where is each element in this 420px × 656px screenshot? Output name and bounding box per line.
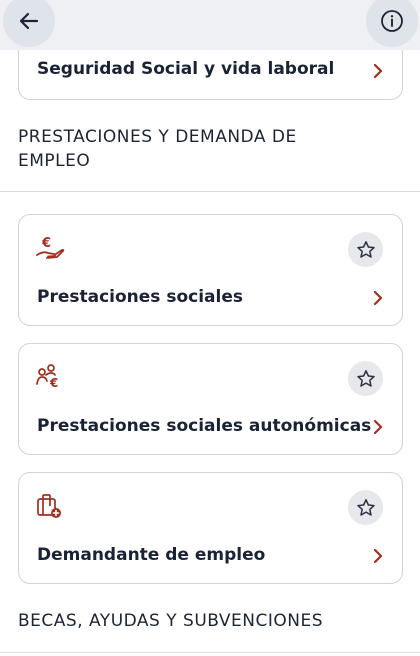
chevron-right-icon [373, 290, 383, 306]
section-title-prestaciones: PRESTACIONES Y DEMANDA DE EMPLEO [18, 127, 297, 171]
card-demandante-empleo[interactable]: Demandante de empleo [18, 472, 403, 584]
section-divider [0, 652, 420, 653]
card-prestaciones-autonomicas[interactable]: € Prestaciones sociales autonómicas [18, 343, 403, 455]
star-icon [356, 240, 375, 258]
svg-text:€: € [49, 376, 58, 390]
euro-hand-icon: € [36, 236, 65, 259]
briefcase-plus-icon [37, 494, 61, 518]
chevron-right-icon [373, 548, 383, 564]
favorite-button[interactable] [348, 361, 383, 396]
favorite-button[interactable] [348, 490, 383, 525]
chevron-right-icon [373, 419, 383, 435]
favorite-button[interactable] [348, 232, 383, 267]
card-title: Prestaciones sociales autonómicas [37, 416, 372, 436]
svg-text:€: € [41, 236, 51, 251]
card-title: Demandante de empleo [37, 545, 266, 565]
section-divider [0, 191, 420, 192]
card-prestaciones-sociales[interactable]: € Prestaciones sociales [18, 214, 403, 326]
back-button[interactable] [3, 0, 55, 47]
chevron-right-icon [373, 63, 383, 79]
card-title: Seguridad Social y vida laboral [37, 59, 335, 79]
card-title: Prestaciones sociales [37, 287, 243, 307]
star-icon [356, 498, 375, 516]
section-title-becas: BECAS, AYUDAS Y SUBVENCIONES [18, 611, 324, 631]
arrow-left-icon [19, 12, 39, 30]
info-icon [381, 10, 403, 32]
info-button[interactable] [366, 0, 418, 47]
star-icon [356, 369, 375, 387]
people-euro-icon: € [36, 364, 58, 390]
top-bar [0, 0, 420, 50]
